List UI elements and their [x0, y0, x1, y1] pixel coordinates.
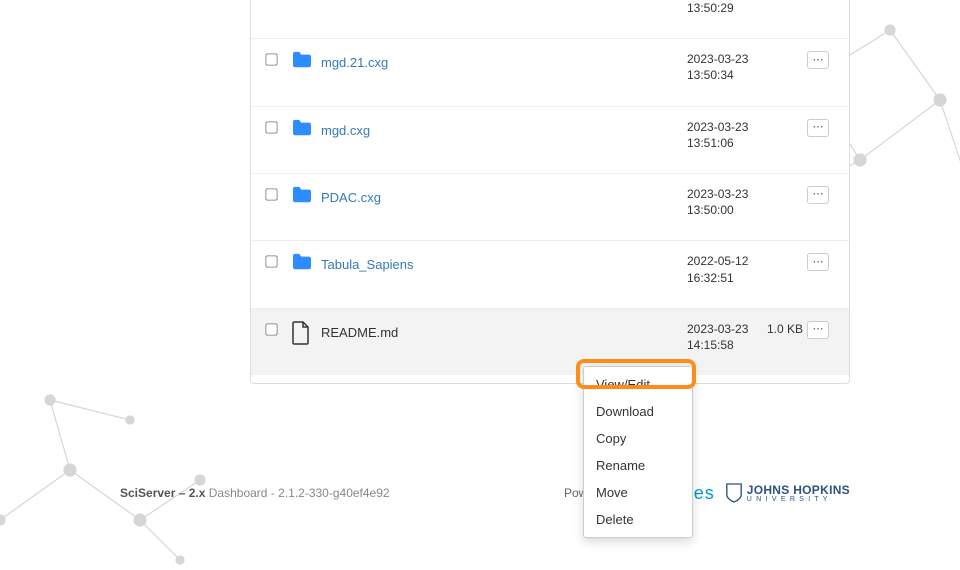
dropdown-item-delete[interactable]: Delete — [584, 506, 692, 533]
row-date: 2023-03-23 13:50:34 — [687, 51, 767, 83]
more-actions-button[interactable]: ⋯ — [807, 186, 829, 204]
row-date: 13:50:29 — [687, 0, 767, 16]
folder-link[interactable]: mgd.21.cxg — [321, 55, 388, 70]
dropdown-item-rename[interactable]: Rename — [584, 452, 692, 479]
table-row: mgd.21.cxg 2023-03-23 13:50:34 ⋯ — [251, 38, 849, 105]
table-row: README.md 2023-03-23 14:15:581.0 KB⋯ — [251, 308, 849, 375]
footer-version: SciServer – 2.x Dashboard - 2.1.2-330-g4… — [120, 486, 390, 500]
folder-icon — [291, 119, 321, 137]
footer: SciServer – 2.x Dashboard - 2.1.2-330-g4… — [120, 482, 850, 504]
row-checkbox[interactable] — [265, 188, 277, 200]
row-checkbox[interactable] — [265, 323, 277, 335]
folder-icon — [291, 51, 321, 69]
table-row: PDAC.cxg 2023-03-23 13:50:00 ⋯ — [251, 173, 849, 240]
dropdown-item-download[interactable]: Download — [584, 398, 692, 425]
row-checkbox[interactable] — [265, 121, 277, 133]
dropdown-item-move[interactable]: Move — [584, 479, 692, 506]
file-icon — [291, 321, 321, 345]
folder-link[interactable]: mgd.cxg — [321, 123, 370, 138]
row-date: 2023-03-23 13:51:06 — [687, 119, 767, 151]
row-date: 2023-03-23 13:50:00 — [687, 186, 767, 218]
dropdown-item-view-edit[interactable]: View/Edit — [584, 371, 692, 398]
folder-icon — [291, 186, 321, 204]
row-checkbox[interactable] — [265, 54, 277, 66]
dropdown-item-copy[interactable]: Copy — [584, 425, 692, 452]
folder-link[interactable]: Tabula_Sapiens — [321, 257, 414, 272]
file-list-panel: 13:50:29mgd.21.cxg2023-03-23 13:50:34⋯mg… — [250, 0, 850, 384]
row-date: 2023-03-23 14:15:58 — [687, 321, 767, 353]
table-row: mgd.cxg 2023-03-23 13:51:06 ⋯ — [251, 106, 849, 173]
folder-link[interactable]: PDAC.cxg — [321, 190, 381, 205]
more-actions-button[interactable]: ⋯ — [807, 119, 829, 137]
bg-network-bottom — [0, 370, 240, 570]
table-row: 13:50:29 — [251, 0, 849, 38]
more-actions-button[interactable]: ⋯ — [807, 321, 829, 339]
jhu-logo: JOHNS HOPKINS U N I V E R S I T Y — [725, 482, 850, 504]
row-checkbox[interactable] — [265, 256, 277, 268]
folder-icon — [291, 253, 321, 271]
more-actions-button[interactable]: ⋯ — [807, 51, 829, 69]
file-name: README.md — [321, 325, 398, 340]
row-date: 2022-05-12 16:32:51 — [687, 253, 767, 285]
file-actions-dropdown: View/EditDownloadCopyRenameMoveDelete — [583, 366, 693, 538]
table-row: Tabula_Sapiens 2022-05-12 16:32:51 ⋯ — [251, 240, 849, 307]
row-size: 1.0 KB — [767, 321, 807, 337]
more-actions-button[interactable]: ⋯ — [807, 253, 829, 271]
